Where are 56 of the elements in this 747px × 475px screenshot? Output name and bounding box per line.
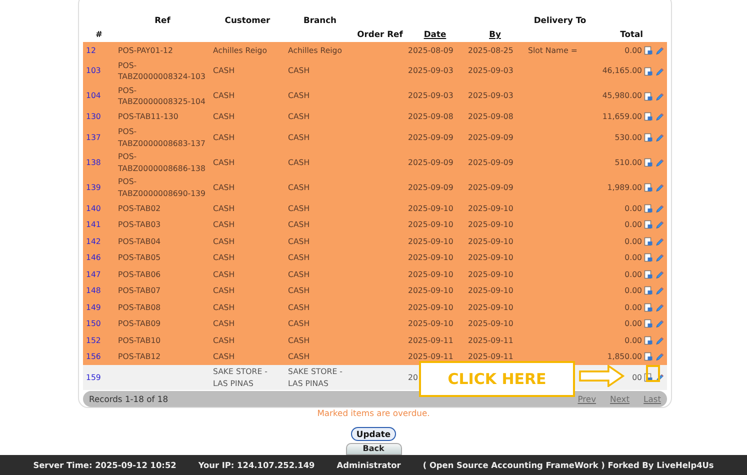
column-header: Branch bbox=[303, 15, 337, 25]
highlight-frame bbox=[646, 365, 660, 382]
update-button[interactable]: Update bbox=[351, 427, 396, 441]
pencil-icon[interactable] bbox=[655, 158, 664, 168]
pencil-icon[interactable] bbox=[655, 236, 664, 246]
pencil-icon[interactable] bbox=[655, 112, 664, 122]
callout-text: CLICK HERE bbox=[448, 370, 546, 388]
pencil-icon[interactable] bbox=[655, 302, 664, 312]
status-text: ( Open Source Accounting FrameWork ) Forked By LiveHelp4Us bbox=[422, 460, 714, 470]
document-icon[interactable] bbox=[644, 183, 653, 192]
pencil-icon[interactable] bbox=[655, 133, 664, 142]
pencil-icon[interactable] bbox=[655, 270, 664, 279]
overdue-note: Marked items are overdue. bbox=[316, 408, 431, 418]
status-text: Server Time: 2025-09-12 10:52 bbox=[33, 460, 176, 470]
document-icon[interactable] bbox=[644, 66, 653, 76]
document-icon[interactable] bbox=[644, 236, 653, 246]
pencil-icon[interactable] bbox=[655, 183, 664, 192]
document-icon[interactable] bbox=[644, 158, 653, 168]
column-header: Customer bbox=[224, 15, 270, 25]
document-icon[interactable] bbox=[644, 336, 653, 345]
document-icon[interactable] bbox=[644, 92, 653, 101]
pencil-icon[interactable] bbox=[655, 336, 664, 345]
document-icon[interactable] bbox=[644, 352, 653, 362]
records-count: Records 1-18 of 18 bbox=[89, 394, 168, 404]
document-icon[interactable] bbox=[644, 133, 653, 142]
document-icon[interactable] bbox=[644, 112, 653, 122]
pencil-icon[interactable] bbox=[655, 319, 664, 328]
column-header: Date bbox=[424, 29, 446, 39]
pencil-icon[interactable] bbox=[655, 373, 664, 382]
pencil-icon[interactable] bbox=[655, 352, 664, 362]
document-icon[interactable] bbox=[644, 319, 653, 328]
pencil-icon[interactable] bbox=[655, 92, 664, 101]
column-header: Total bbox=[620, 29, 643, 39]
column-header: # bbox=[95, 29, 103, 39]
document-icon[interactable] bbox=[644, 373, 653, 382]
pencil-icon[interactable] bbox=[655, 253, 664, 262]
column-header: By bbox=[489, 29, 501, 39]
status-text: Administrator bbox=[336, 460, 401, 470]
column-header: Order Ref bbox=[357, 29, 403, 39]
column-header: Ref bbox=[154, 15, 170, 25]
arrow-icon bbox=[579, 365, 625, 387]
pencil-icon[interactable] bbox=[655, 286, 664, 296]
back-button[interactable]: Back bbox=[346, 443, 402, 455]
document-icon[interactable] bbox=[644, 253, 653, 262]
document-icon[interactable] bbox=[644, 46, 653, 55]
document-icon[interactable] bbox=[644, 302, 653, 312]
pencil-icon[interactable] bbox=[655, 46, 664, 55]
document-icon[interactable] bbox=[644, 270, 653, 279]
column-header: Delivery To bbox=[534, 15, 586, 25]
status-text: Your IP: 124.107.252.149 bbox=[198, 460, 315, 470]
document-icon[interactable] bbox=[644, 286, 653, 296]
document-icon[interactable] bbox=[644, 220, 653, 230]
document-icon[interactable] bbox=[644, 204, 653, 213]
pencil-icon[interactable] bbox=[655, 220, 664, 230]
pencil-icon[interactable] bbox=[655, 204, 664, 213]
pencil-icon[interactable] bbox=[655, 66, 664, 76]
